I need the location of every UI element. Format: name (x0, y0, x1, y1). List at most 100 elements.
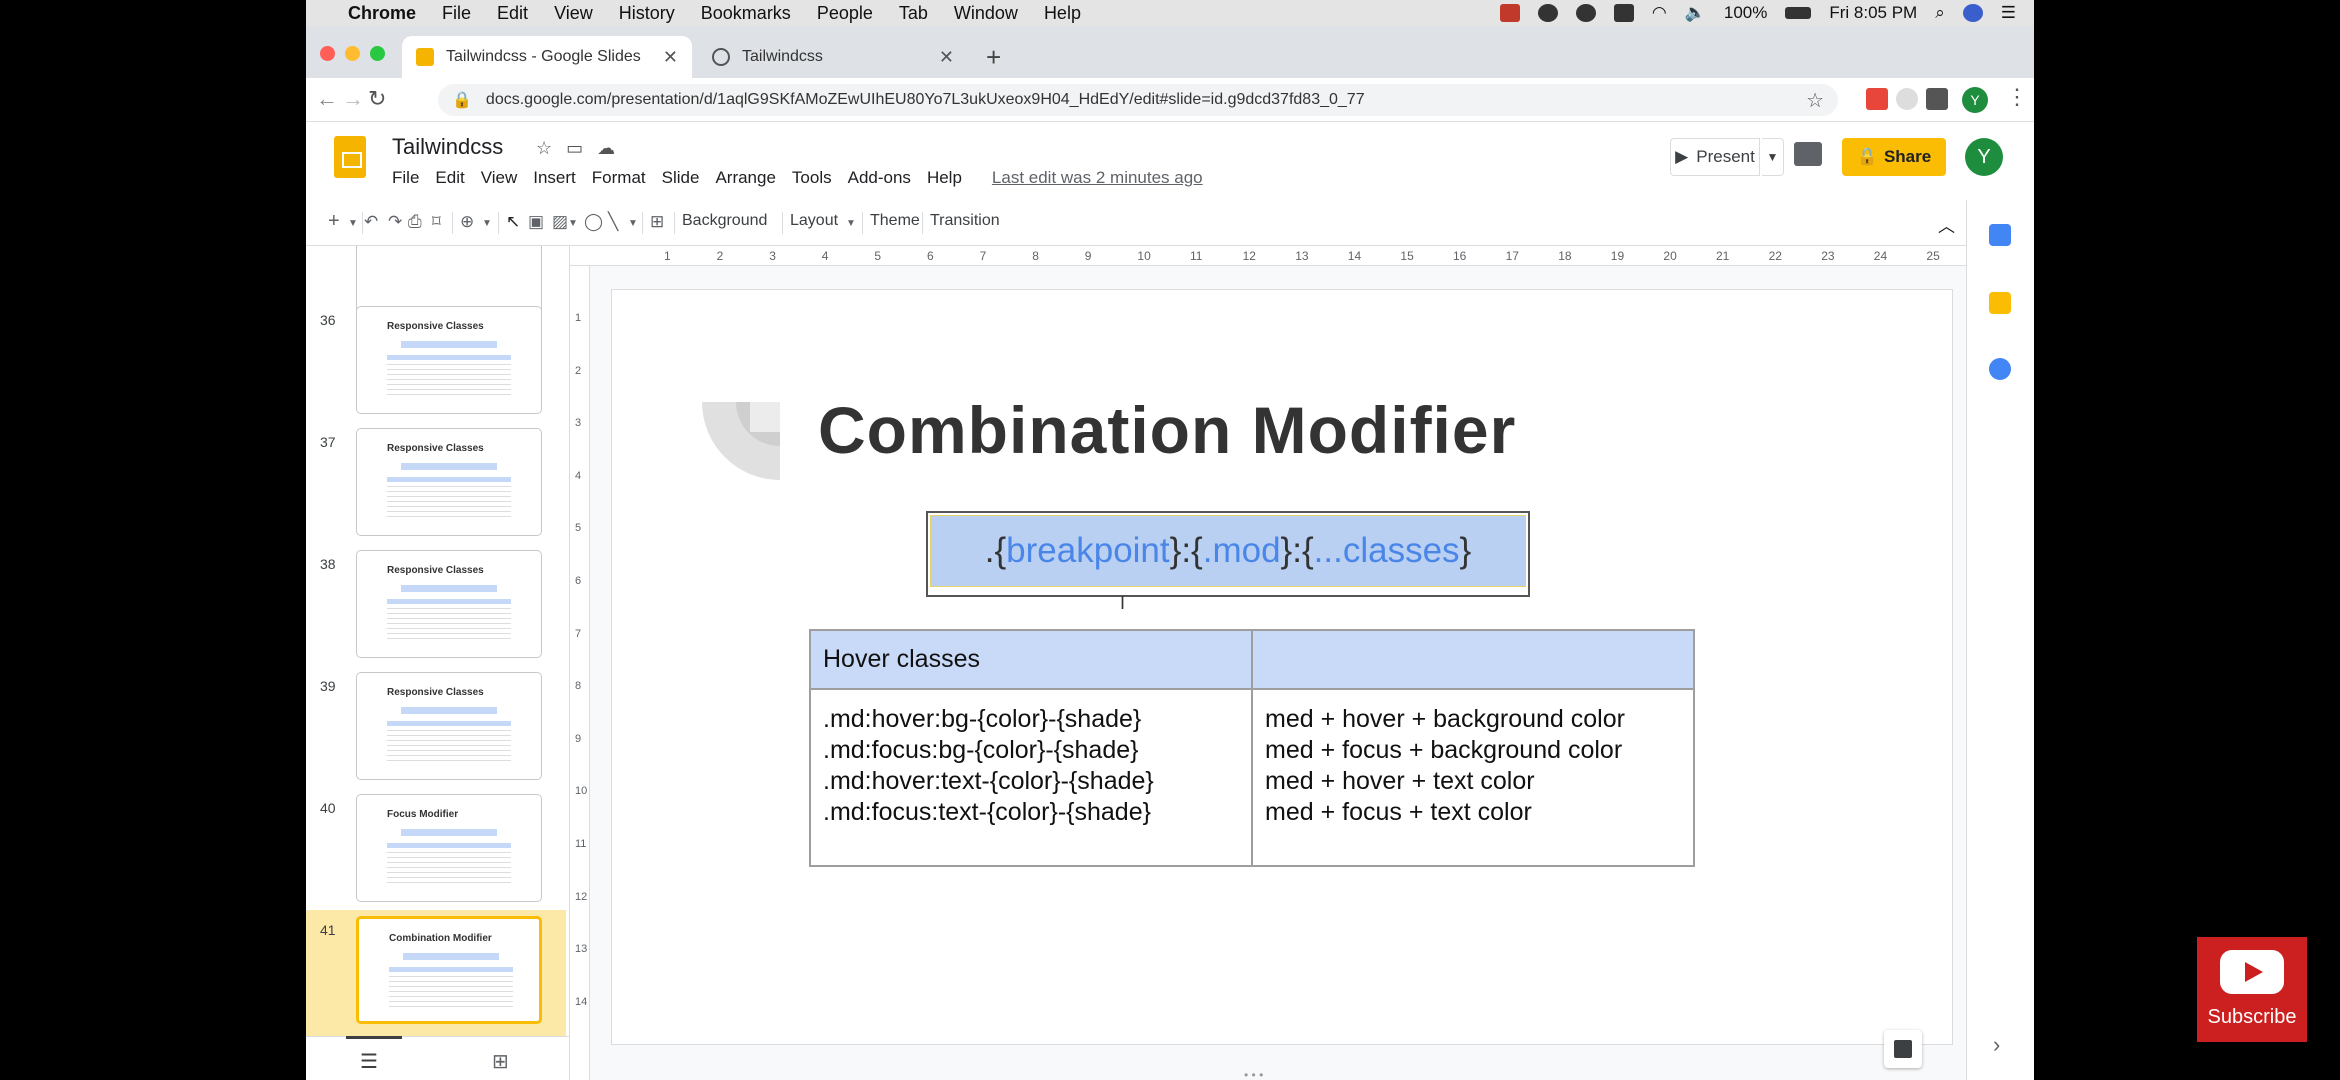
menubar-item-file[interactable]: File (442, 3, 471, 24)
extension-icon[interactable] (1866, 88, 1888, 110)
collapse-toolbar-icon[interactable]: ︿ (1938, 212, 1955, 237)
zoom-dropdown-icon[interactable]: ▼ (482, 218, 492, 229)
slide-thumbnail-row[interactable]: 40 Focus Modifier (306, 794, 566, 916)
chrome-menu-icon[interactable]: ⋮ (2006, 84, 2028, 110)
notification-center-icon[interactable]: ☰ (2001, 3, 2016, 23)
share-button[interactable]: 🔒 Share (1842, 138, 1946, 176)
close-tab-icon[interactable]: ✕ (939, 47, 954, 68)
last-edit-link[interactable]: Last edit was 2 minutes ago (992, 168, 1203, 188)
wifi-icon[interactable]: ◠ (1652, 3, 1667, 23)
bubble-icon[interactable] (1537, 4, 1558, 22)
slide-thumbnail[interactable]: Responsive Classes (356, 306, 542, 414)
image-icon[interactable]: ▨ (552, 212, 568, 232)
profile-avatar[interactable]: Y (1962, 87, 1988, 113)
slide-canvas[interactable]: Combination Modifier .{ breakpoint }:{ .… (612, 290, 1952, 1044)
menu-edit[interactable]: Edit (435, 168, 464, 188)
slide-thumbnail[interactable]: Responsive Classes (356, 672, 542, 780)
present-button[interactable]: ▶ Present (1670, 138, 1760, 176)
star-icon[interactable]: ☆ (536, 138, 552, 159)
print-icon[interactable]: ⎙ (408, 212, 422, 232)
battery-icon[interactable] (1785, 7, 1812, 19)
shape-icon[interactable]: ◯ (584, 212, 603, 232)
calendar-icon[interactable] (1989, 224, 2011, 246)
table-header-cell[interactable]: Hover classes (809, 629, 1253, 690)
slide-thumbnail-row-selected[interactable]: 41 Combination Modifier (306, 910, 566, 1040)
menu-tools[interactable]: Tools (792, 168, 832, 188)
present-dropdown[interactable]: ▼ (1762, 138, 1784, 176)
menubar-item-bookmarks[interactable]: Bookmarks (701, 3, 791, 24)
keep-icon[interactable] (1989, 292, 2011, 314)
lock-icon[interactable]: 🔒 (452, 90, 472, 110)
chevron-right-icon[interactable]: › (1993, 1032, 2000, 1058)
reload-icon[interactable]: ↻ (368, 86, 386, 112)
browser-tab-tailwindcss[interactable]: Tailwindcss ✕ (698, 36, 968, 78)
select-cursor-icon[interactable]: ↖ (506, 212, 520, 232)
table-cell-descriptions[interactable]: med + hover + background color med + foc… (1251, 688, 1695, 867)
redo-icon[interactable]: ↷ (388, 212, 402, 232)
filmstrip-view-icon[interactable]: ☰ (346, 1036, 402, 1074)
subscribe-button[interactable]: Subscribe (2197, 937, 2307, 1042)
new-tab-button[interactable]: + (986, 42, 1001, 73)
clock[interactable]: Fri 8:05 PM (1829, 3, 1917, 23)
zoom-icon[interactable]: ⊕ (460, 212, 474, 232)
close-tab-icon[interactable]: ✕ (663, 47, 678, 68)
address-bar[interactable]: 🔒 docs.google.com/presentation/d/1aqlG9S… (438, 84, 1838, 116)
minimize-window-button[interactable] (345, 46, 360, 61)
menu-arrange[interactable]: Arrange (715, 168, 775, 188)
layout-dropdown-icon[interactable]: ▼ (846, 218, 856, 229)
slide-thumbnail-row[interactable]: 37 Responsive Classes (306, 428, 566, 550)
code-text-box[interactable]: .{ breakpoint }:{ .mod }:{ ...classes } (926, 511, 1530, 597)
add-comment-icon[interactable]: ⊞ (650, 212, 664, 232)
menu-addons[interactable]: Add-ons (848, 168, 911, 188)
table-cell-classes[interactable]: .md:hover:bg-{color}-{shade} .md:focus:b… (809, 688, 1253, 867)
background-button[interactable]: Background (682, 212, 767, 230)
undo-icon[interactable]: ↶ (364, 212, 378, 232)
explore-button[interactable] (1884, 1030, 1922, 1068)
extensions-puzzle-icon[interactable] (1926, 88, 1948, 110)
menubar-item-view[interactable]: View (554, 3, 593, 24)
cloud-status-icon[interactable]: ☁ (597, 138, 615, 159)
zoom-window-button[interactable] (370, 46, 385, 61)
menu-help[interactable]: Help (927, 168, 962, 188)
app-icon[interactable] (1613, 4, 1634, 22)
comment-history-icon[interactable] (1794, 142, 1822, 166)
code-text-selection[interactable]: .{ breakpoint }:{ .mod }:{ ...classes } (930, 515, 1526, 587)
close-window-button[interactable] (320, 46, 335, 61)
menubar-item-history[interactable]: History (619, 3, 675, 24)
slide-thumbnail[interactable]: Focus Modifier (356, 794, 542, 902)
slide-thumbnail-row[interactable]: 38 Responsive Classes (306, 550, 566, 672)
theme-button[interactable]: Theme (870, 212, 920, 230)
extension-icon[interactable] (1896, 88, 1918, 110)
menubar-item-people[interactable]: People (817, 3, 873, 24)
slide-thumbnail-row[interactable]: 36 Responsive Classes (306, 306, 566, 428)
menu-file[interactable]: File (392, 168, 419, 188)
menubar-app-name[interactable]: Chrome (348, 3, 416, 24)
siri-icon[interactable] (1962, 4, 1983, 22)
grid-view-icon[interactable]: ⊞ (492, 1049, 509, 1074)
horizontal-ruler[interactable]: 1 2 3 4 5 6 7 8 9 10 11 12 13 14 15 16 17 18 19 20 21 22 23 24 2… (570, 246, 1966, 266)
line-dropdown-icon[interactable]: ▼ (628, 218, 638, 229)
layout-button[interactable]: Layout (790, 212, 838, 230)
slide-thumbnail[interactable]: Responsive Classes (356, 550, 542, 658)
move-folder-icon[interactable]: ▭ (566, 138, 583, 159)
bookmark-star-icon[interactable]: ☆ (1806, 88, 1824, 113)
slide-thumbnail[interactable]: Combination Modifier (356, 916, 542, 1024)
browser-tab-slides[interactable]: Tailwindcss - Google Slides ✕ (402, 36, 692, 78)
image-dropdown-icon[interactable]: ▼ (568, 218, 578, 229)
text-box-icon[interactable]: ▣ (528, 212, 544, 232)
menubar-item-window[interactable]: Window (954, 3, 1018, 24)
new-slide-dropdown-icon[interactable]: ▼ (348, 218, 358, 229)
new-slide-icon[interactable]: + (328, 210, 340, 233)
paint-format-icon[interactable]: ⌑ (432, 212, 441, 232)
document-title[interactable]: Tailwindcss (392, 134, 503, 160)
line-icon[interactable]: ╲ (608, 212, 618, 232)
slides-logo-icon[interactable] (334, 136, 366, 178)
table-header-cell[interactable] (1251, 629, 1695, 690)
back-icon[interactable]: ← (316, 86, 338, 112)
menu-insert[interactable]: Insert (533, 168, 576, 188)
speaker-notes-resize-handle[interactable]: • • • (1244, 1068, 1263, 1080)
spotlight-search-icon[interactable]: ⌕ (1935, 3, 1945, 23)
forward-icon[interactable]: → (342, 86, 364, 112)
menu-view[interactable]: View (481, 168, 518, 188)
menubar-item-edit[interactable]: Edit (497, 3, 528, 24)
